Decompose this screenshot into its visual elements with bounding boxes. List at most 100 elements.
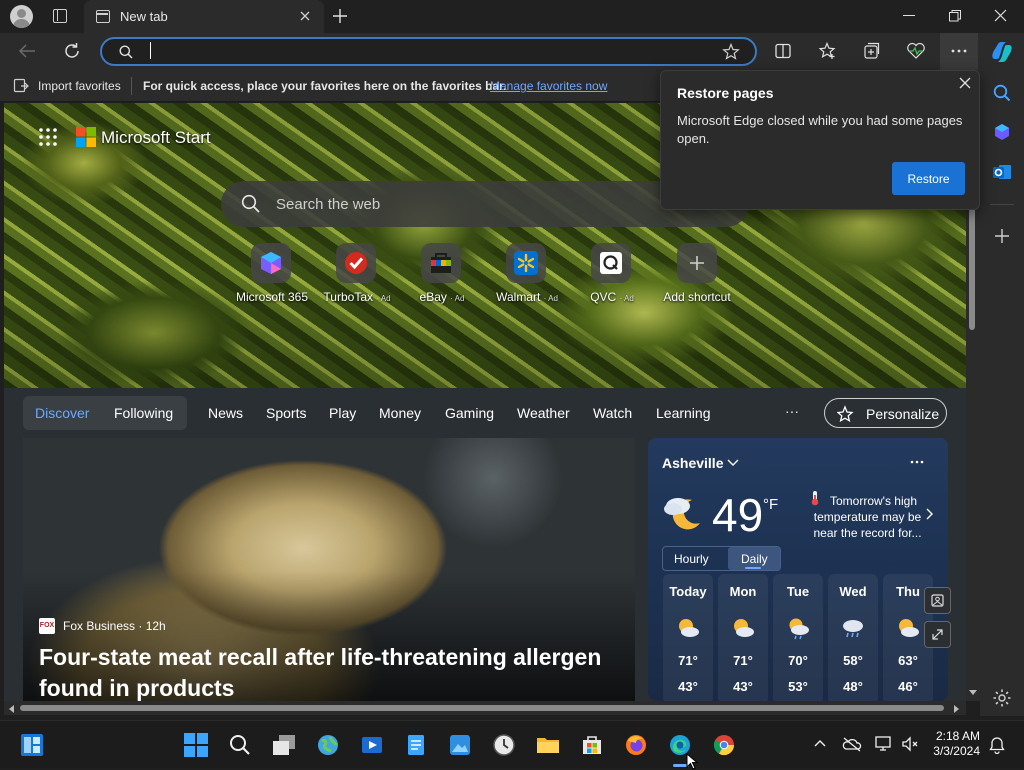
notepad-icon[interactable] bbox=[404, 733, 428, 757]
close-tab-icon[interactable] bbox=[298, 9, 312, 23]
favbar-divider bbox=[131, 77, 132, 95]
tab-sports[interactable]: Sports bbox=[266, 405, 306, 421]
profile-avatar[interactable] bbox=[10, 5, 33, 28]
forecast-day[interactable]: Today 71° 43° bbox=[663, 574, 713, 701]
close-window-button[interactable] bbox=[994, 9, 1007, 22]
globe-app-icon[interactable] bbox=[316, 733, 340, 757]
shortcut-qvc[interactable] bbox=[591, 243, 631, 283]
scroll-left-arrow[interactable] bbox=[7, 704, 15, 714]
start-icon[interactable] bbox=[184, 733, 208, 757]
forecast-low: 48° bbox=[843, 679, 863, 694]
favorites-icon[interactable] bbox=[819, 42, 837, 60]
shortcut-microsoft-365[interactable] bbox=[251, 243, 291, 283]
restore-button[interactable]: Restore bbox=[892, 162, 965, 195]
back-button[interactable] bbox=[18, 43, 36, 59]
weather-alert-note[interactable]: Tomorrow's high temperature may be near … bbox=[805, 493, 930, 541]
tab-following[interactable]: Following bbox=[114, 405, 173, 421]
volume-muted-icon[interactable] bbox=[901, 735, 919, 753]
forecast-day[interactable]: Wed 58° 48° bbox=[828, 574, 878, 701]
tab-gaming[interactable]: Gaming bbox=[445, 405, 494, 421]
refresh-button[interactable] bbox=[63, 42, 81, 60]
address-input[interactable] bbox=[148, 44, 688, 60]
chevron-right-icon[interactable] bbox=[926, 508, 934, 520]
tab-play[interactable]: Play bbox=[329, 405, 356, 421]
add-sidebar-app-icon[interactable] bbox=[994, 228, 1010, 244]
horizontal-scrollbar[interactable] bbox=[4, 701, 966, 715]
apps-launcher-icon[interactable] bbox=[39, 128, 57, 146]
close-icon[interactable] bbox=[958, 76, 972, 90]
microsoft-store-icon[interactable] bbox=[580, 733, 604, 757]
weather-card[interactable]: Asheville 49 °F Tomorrow's high temperat… bbox=[648, 438, 948, 701]
photos-icon[interactable] bbox=[448, 733, 472, 757]
import-favorites-button[interactable]: Import favorites bbox=[38, 79, 121, 93]
restore-window-button[interactable] bbox=[949, 10, 961, 22]
moon-cloud-icon bbox=[662, 490, 706, 534]
personalize-button[interactable]: Personalize bbox=[824, 398, 947, 428]
tab-discover[interactable]: Discover bbox=[35, 405, 89, 421]
outlook-icon[interactable] bbox=[992, 162, 1012, 182]
tab-weather[interactable]: Weather bbox=[517, 405, 570, 421]
copilot-sidebar-icon[interactable] bbox=[992, 122, 1012, 142]
favorite-star-icon[interactable] bbox=[722, 43, 740, 61]
hero-article-card[interactable]: FOX Fox Business · 12h Four-state meat r… bbox=[23, 438, 635, 701]
forecast-day[interactable]: Mon 71° 43° bbox=[718, 574, 768, 701]
add-shortcut-button[interactable] bbox=[677, 243, 717, 283]
more-options-icon[interactable] bbox=[910, 460, 924, 464]
tab-daily[interactable]: Daily bbox=[741, 552, 768, 566]
background-image-button[interactable] bbox=[924, 587, 951, 614]
forecast-day[interactable]: Tue 70° 53° bbox=[773, 574, 823, 701]
onedrive-off-icon[interactable] bbox=[842, 736, 862, 752]
qvc-icon bbox=[600, 252, 622, 274]
active-tab-indicator bbox=[745, 567, 761, 569]
tab-hourly[interactable]: Hourly bbox=[674, 552, 709, 566]
clock-app-icon[interactable] bbox=[492, 733, 516, 757]
notifications-bell-icon[interactable] bbox=[989, 736, 1005, 754]
widgets-icon[interactable] bbox=[20, 733, 44, 757]
copilot-icon[interactable] bbox=[989, 39, 1015, 65]
tab-new-tab[interactable]: New tab bbox=[84, 0, 324, 33]
scroll-thumb[interactable] bbox=[969, 208, 975, 330]
scroll-down-arrow[interactable] bbox=[968, 689, 978, 697]
address-bar[interactable] bbox=[100, 37, 757, 66]
media-player-icon[interactable] bbox=[360, 733, 384, 757]
sun-cloud-rain-icon bbox=[786, 616, 810, 640]
collections-icon[interactable] bbox=[863, 42, 881, 60]
tab-learning[interactable]: Learning bbox=[656, 405, 711, 421]
article-headline[interactable]: Four-state meat recall after life-threat… bbox=[39, 642, 629, 701]
tab-watch[interactable]: Watch bbox=[593, 405, 632, 421]
shortcut-turbotax[interactable] bbox=[336, 243, 376, 283]
tab-actions-icon[interactable] bbox=[53, 9, 67, 23]
minimize-button[interactable] bbox=[903, 15, 915, 16]
expand-feed-button[interactable] bbox=[924, 621, 951, 648]
ad-label: · Ad bbox=[619, 294, 634, 303]
scroll-right-arrow[interactable] bbox=[953, 704, 961, 714]
sidebar-settings-icon[interactable] bbox=[992, 688, 1012, 708]
dialog-message: Microsoft Edge closed while you had some… bbox=[677, 113, 963, 146]
tab-news[interactable]: News bbox=[208, 405, 243, 421]
feed-navigation: Discover Following News Sports Play Mone… bbox=[4, 388, 966, 438]
chevron-up-icon[interactable] bbox=[814, 739, 826, 747]
chevron-down-icon[interactable] bbox=[727, 459, 739, 467]
more-categories-button[interactable]: ··· bbox=[785, 403, 799, 419]
shortcut-walmart[interactable] bbox=[506, 243, 546, 283]
browser-essentials-icon[interactable] bbox=[906, 42, 926, 60]
tab-money[interactable]: Money bbox=[379, 405, 421, 421]
manage-favorites-link[interactable]: Manage favorites now bbox=[490, 79, 607, 93]
shortcut-label: TurboTax · Ad bbox=[317, 290, 397, 304]
shortcut-ebay[interactable] bbox=[421, 243, 461, 283]
split-screen-icon[interactable] bbox=[775, 43, 791, 59]
horizontal-scroll-thumb[interactable] bbox=[20, 705, 944, 711]
network-icon[interactable] bbox=[874, 735, 894, 753]
firefox-icon[interactable] bbox=[624, 733, 648, 757]
system-clock[interactable]: 2:18 AM 3/3/2024 bbox=[920, 729, 980, 759]
chrome-icon[interactable] bbox=[712, 733, 736, 757]
temperature-unit[interactable]: °F bbox=[763, 496, 778, 513]
settings-more-button[interactable] bbox=[940, 33, 978, 70]
brand-name[interactable]: Microsoft Start bbox=[101, 128, 211, 148]
search-icon[interactable] bbox=[993, 84, 1011, 102]
search-icon[interactable] bbox=[228, 733, 252, 757]
task-view-icon[interactable] bbox=[272, 733, 296, 757]
new-tab-button[interactable] bbox=[332, 8, 348, 24]
weather-location[interactable]: Asheville bbox=[662, 455, 723, 471]
file-explorer-icon[interactable] bbox=[536, 733, 560, 757]
